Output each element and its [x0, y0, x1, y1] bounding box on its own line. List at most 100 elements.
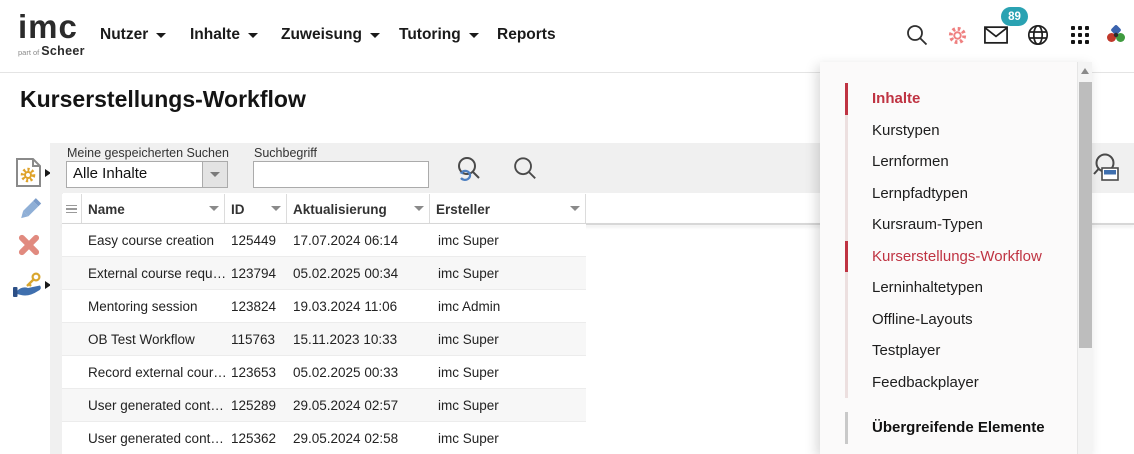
cell-id: 123653 [225, 356, 287, 388]
menu-accent-bar [845, 367, 848, 399]
cell-ersteller: imc Super [430, 422, 586, 454]
chevron-down-icon [469, 33, 479, 38]
menu-item-label: Kursraum-Typen [872, 216, 983, 233]
menu-item-label: Offline-Layouts [872, 311, 973, 328]
settings-menu-item[interactable]: Kursraum-Typen [820, 209, 1077, 241]
search-reset-icon[interactable] [453, 155, 483, 185]
column-label: ID [231, 202, 245, 217]
apps-grid-icon[interactable] [1068, 23, 1092, 47]
process-apps-color-icon[interactable] [1104, 23, 1128, 47]
logo-sub-prefix: part of [18, 48, 39, 57]
column-dropdown-icon[interactable] [414, 206, 424, 211]
settings-gear-icon[interactable] [945, 23, 969, 47]
cell-ersteller: imc Admin [430, 290, 586, 322]
edit-pencil-icon[interactable] [16, 196, 43, 228]
table-row[interactable]: User generated cont… 125289 29.05.2024 0… [62, 389, 586, 422]
table-row[interactable]: OB Test Workflow 115763 15.11.2023 10:33… [62, 323, 586, 356]
menu-item-label: Lernformen [872, 153, 949, 170]
cell-id: 115763 [225, 323, 287, 355]
menu-accent-bar [845, 272, 848, 304]
cell-id: 123794 [225, 257, 287, 289]
nav-item-zuweisung[interactable]: Zuweisung [281, 22, 380, 48]
cell-name: Mentoring session [82, 290, 225, 322]
saved-searches-label: Meine gespeicherten Suchen [67, 146, 229, 160]
chevron-down-icon [156, 33, 166, 38]
cell-name: Easy course creation [82, 224, 225, 256]
settings-menu-list: Inhalte Kurstypen Lernformen Lernpfadtypen K… [820, 83, 1077, 444]
table-row[interactable]: Easy course creation 125449 17.07.2024 0… [62, 224, 586, 257]
column-dropdown-icon[interactable] [271, 206, 281, 211]
settings-menu-section[interactable]: Übergreifende Elemente [820, 412, 1077, 444]
scrollbar-up-arrow-icon[interactable] [1081, 68, 1089, 74]
cell-aktualisierung: 15.11.2023 10:33 [287, 323, 430, 355]
chevron-down-icon [210, 172, 220, 177]
mail-icon[interactable] [984, 23, 1008, 47]
column-header-id[interactable]: ID [225, 194, 287, 224]
column-label: Ersteller [436, 202, 490, 217]
nav-item-nutzer[interactable]: Nutzer [100, 22, 166, 48]
save-search-icon[interactable] [1090, 151, 1120, 181]
cell-aktualisierung: 17.07.2024 06:14 [287, 224, 430, 256]
column-header-aktualisierung[interactable]: Aktualisierung [287, 194, 430, 224]
settings-menu-item[interactable]: Testplayer [820, 335, 1077, 367]
table-row[interactable]: Mentoring session 123824 19.03.2024 11:0… [62, 290, 586, 323]
settings-menu-item[interactable]: Offline-Layouts [820, 304, 1077, 336]
cell-name: Record external cour… [82, 356, 225, 388]
page-title: Kurserstellungs-Workflow [20, 86, 306, 113]
menu-item-label: Übergreifende Elemente [872, 419, 1045, 436]
settings-menu-item-active[interactable]: Kurserstellungs-Workflow [820, 241, 1077, 273]
column-header-ersteller[interactable]: Ersteller [430, 194, 586, 224]
column-header-name[interactable]: Name [82, 194, 225, 224]
nav-label: Reports [497, 26, 556, 44]
permissions-hand-key-icon[interactable] [12, 270, 45, 305]
menu-item-label: Feedbackplayer [872, 374, 979, 391]
settings-menu-item[interactable]: Lernformen [820, 146, 1077, 178]
chevron-down-icon [370, 33, 380, 38]
panel-scrollbar[interactable] [1077, 62, 1092, 454]
menu-accent-bar [845, 146, 848, 178]
settings-menu-section[interactable]: Inhalte [820, 83, 1077, 115]
settings-menu-item[interactable]: Lerninhaltetypen [820, 272, 1077, 304]
nav-item-inhalte[interactable]: Inhalte [190, 22, 258, 48]
search-term-label: Suchbegriff [254, 146, 317, 160]
row-gutter-cell [62, 422, 82, 454]
row-gutter-cell [62, 389, 82, 421]
cell-ersteller: imc Super [430, 356, 586, 388]
nav-label: Zuweisung [281, 26, 362, 44]
chevron-down-icon [248, 33, 258, 38]
menu-accent-bar [845, 83, 848, 115]
settings-menu-item[interactable]: Feedbackplayer [820, 367, 1077, 399]
language-globe-icon[interactable] [1026, 23, 1050, 47]
cell-name: External course requ… [82, 257, 225, 289]
menu-item-label: Lerninhaltetypen [872, 279, 983, 296]
column-menu-icon[interactable] [62, 194, 82, 224]
new-workflow-icon[interactable] [15, 157, 42, 193]
menu-item-label: Inhalte [872, 90, 920, 107]
settings-menu-item[interactable]: Lernpfadtypen [820, 178, 1077, 210]
table-row[interactable]: User generated cont… 125362 29.05.2024 0… [62, 422, 586, 454]
saved-searches-select[interactable]: Alle Inhalte [66, 161, 228, 188]
nav-item-reports[interactable]: Reports [497, 22, 556, 48]
cell-aktualisierung: 05.02.2025 00:34 [287, 257, 430, 289]
delete-x-icon[interactable] [15, 232, 43, 258]
column-dropdown-icon[interactable] [570, 206, 580, 211]
search-submit-icon[interactable] [510, 155, 540, 185]
mail-count-badge: 89 [1001, 7, 1028, 26]
search-icon[interactable] [905, 23, 929, 47]
saved-searches-value: Alle Inhalte [67, 162, 202, 187]
column-dropdown-icon[interactable] [209, 206, 219, 211]
menu-accent-bar [845, 304, 848, 336]
nav-label: Nutzer [100, 26, 148, 44]
imc-logo[interactable]: imc part ofScheer [18, 10, 85, 58]
table-row[interactable]: Record external cour… 123653 05.02.2025 … [62, 356, 586, 389]
cell-aktualisierung: 29.05.2024 02:58 [287, 422, 430, 454]
settings-dropdown-panel: Inhalte Kurstypen Lernformen Lernpfadtypen K… [820, 62, 1092, 454]
scrollbar-thumb[interactable] [1079, 82, 1092, 348]
column-label: Name [88, 202, 125, 217]
table-row[interactable]: External course requ… 123794 05.02.2025 … [62, 257, 586, 290]
select-dropdown-button[interactable] [202, 162, 227, 187]
settings-menu-item[interactable]: Kurstypen [820, 115, 1077, 147]
menu-item-label: Kurstypen [872, 122, 940, 139]
nav-item-tutoring[interactable]: Tutoring [399, 22, 479, 48]
search-term-input[interactable] [253, 161, 429, 188]
